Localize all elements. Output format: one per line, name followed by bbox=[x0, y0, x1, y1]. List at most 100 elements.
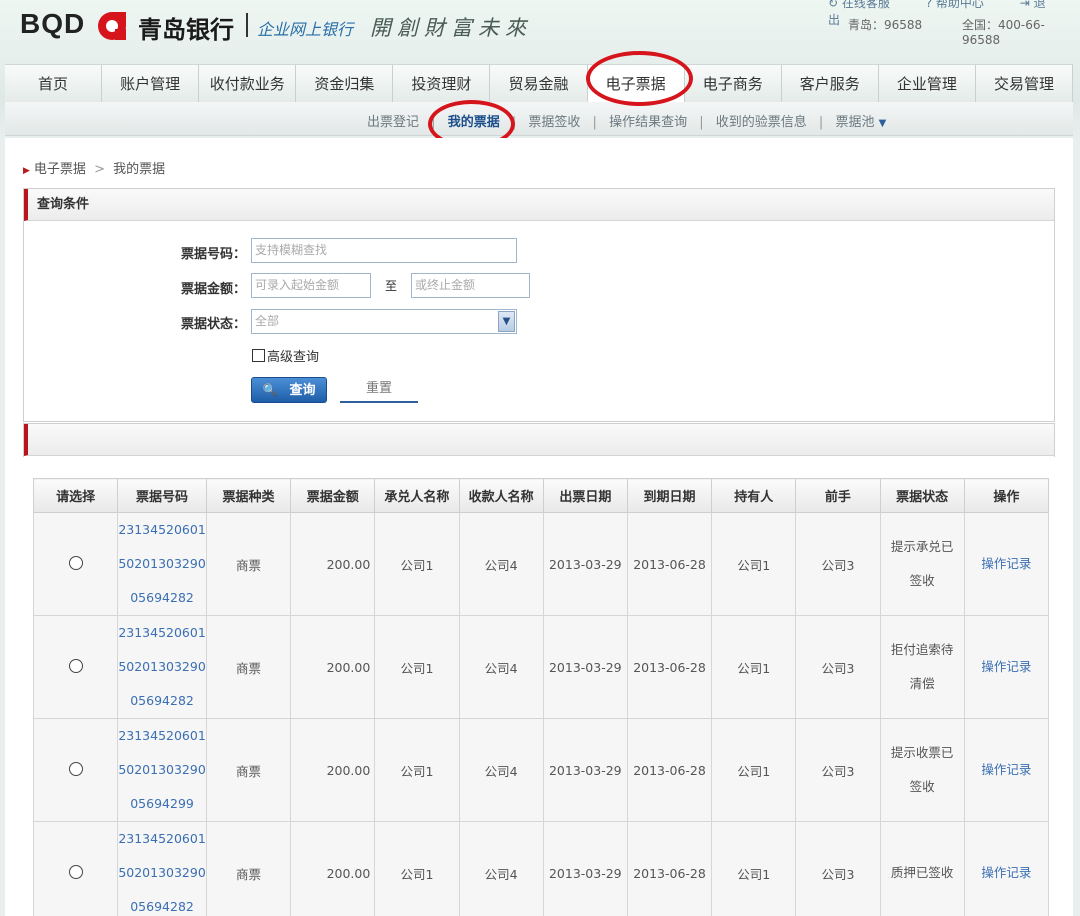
status-text: 质押已签收 bbox=[890, 865, 954, 880]
nav-enterprise[interactable]: 企业管理 bbox=[878, 64, 976, 102]
acceptor-cell: 公司1 bbox=[374, 821, 460, 916]
row-radio[interactable] bbox=[68, 555, 83, 570]
slogan: 開創財富未來 bbox=[370, 16, 532, 40]
bill-no-part: 23134520601 bbox=[118, 831, 206, 846]
query-panel: 查询条件 票据号码： 支持模糊查找 票据金额： 可录入起始金额 至 或终止金额 … bbox=[23, 188, 1055, 422]
help-center-label: 帮助中心 bbox=[935, 0, 984, 10]
action-cell: 操作记录 bbox=[963, 615, 1050, 719]
amount-cell: 200.00 bbox=[290, 821, 376, 916]
query-button[interactable]: 🔍 查询 bbox=[251, 377, 327, 403]
acceptor-cell: 公司1 bbox=[374, 615, 460, 719]
col-prior: 前手 bbox=[795, 478, 881, 513]
type-cell: 商票 bbox=[205, 512, 292, 616]
amount-to-input[interactable]: 或终止金额 bbox=[411, 273, 530, 298]
help-center-link[interactable]: ? 帮助中心 bbox=[926, 0, 1000, 10]
action-cell: 操作记录 bbox=[963, 512, 1050, 616]
bill-no-label: 票据号码： bbox=[181, 247, 247, 262]
highlight-circle-nav bbox=[586, 51, 693, 106]
subnav-bill-pool[interactable]: 票据池 ▼ bbox=[835, 115, 886, 130]
col-amount: 票据金额 bbox=[290, 478, 376, 513]
prior-cell: 公司3 bbox=[795, 512, 881, 616]
col-bill-no: 票据号码 bbox=[117, 478, 207, 513]
nav-cash-pooling[interactable]: 资金归集 bbox=[296, 64, 394, 102]
status-select[interactable]: 全部 ▼ bbox=[251, 309, 517, 334]
status-label: 票据状态： bbox=[181, 317, 247, 332]
bills-table: 请选择 票据号码 票据种类 票据金额 承兑人名称 收款人名称 出票日期 到期日期… bbox=[32, 478, 1050, 916]
nav-payments[interactable]: 收付款业务 bbox=[199, 64, 297, 102]
search-icon: 🔍 bbox=[262, 383, 278, 397]
subnav-separator: | bbox=[592, 115, 597, 130]
type-cell: 商票 bbox=[205, 821, 292, 916]
amount-from-input[interactable]: 可录入起始金额 bbox=[251, 273, 371, 298]
bill-no-link[interactable]: 23134520601 50201303290 05694282 bbox=[118, 513, 206, 615]
chevron-down-icon[interactable]: ▼ bbox=[498, 311, 515, 332]
bill-no-link[interactable]: 23134520601 50201303290 05694299 bbox=[118, 719, 206, 821]
header-divider bbox=[246, 13, 248, 37]
row-radio[interactable] bbox=[68, 761, 83, 776]
nav-trade-finance[interactable]: 贸易金融 bbox=[490, 64, 588, 102]
nav-customer-service[interactable]: 客户服务 bbox=[781, 64, 879, 102]
amount-cell: 200.00 bbox=[290, 615, 376, 719]
hotline-qingdao: 青岛：96588 bbox=[848, 18, 923, 32]
select-cell bbox=[32, 512, 119, 616]
due-date-cell: 2013-06-28 bbox=[626, 615, 713, 719]
table-row: 23134520601 50201303290 05694282 商票 200.00… bbox=[32, 512, 1050, 616]
advanced-query-checkbox[interactable] bbox=[252, 349, 265, 362]
subnav-separator: | bbox=[699, 115, 704, 130]
status-text: 提示收票已 bbox=[890, 745, 954, 760]
type-cell: 商票 bbox=[205, 718, 292, 822]
reset-button[interactable]: 重置 bbox=[340, 377, 418, 403]
amount-cell: 200.00 bbox=[290, 512, 376, 616]
status-cell: 提示承兑已 签收 bbox=[879, 512, 965, 616]
breadcrumb-e-bill[interactable]: 电子票据 bbox=[34, 162, 86, 177]
subnav-result-query[interactable]: 操作结果查询 bbox=[609, 115, 687, 130]
due-date-cell: 2013-06-28 bbox=[626, 821, 713, 916]
operation-record-link[interactable]: 操作记录 bbox=[981, 659, 1031, 674]
operation-record-link[interactable]: 操作记录 bbox=[981, 556, 1031, 571]
bill-no-part: 05694299 bbox=[130, 796, 194, 811]
subnav-issue[interactable]: 出票登记 bbox=[367, 115, 419, 130]
nav-investment[interactable]: 投资理财 bbox=[393, 64, 491, 102]
nav-transactions[interactable]: 交易管理 bbox=[975, 64, 1074, 102]
header: BQD 青岛银行 企业网上银行 開創財富未來 ↻ 在线客服 ? 帮助中心 ⇥ 退… bbox=[0, 0, 1080, 62]
bank-logo-icon bbox=[98, 12, 126, 40]
bill-no-part: 50201303290 bbox=[118, 659, 206, 674]
subnav-separator: | bbox=[818, 115, 824, 130]
holder-cell: 公司1 bbox=[711, 821, 797, 916]
bill-no-link[interactable]: 23134520601 50201303290 05694282 bbox=[118, 616, 206, 718]
online-service-link[interactable]: ↻ 在线客服 bbox=[828, 0, 906, 10]
payee-cell: 公司4 bbox=[458, 718, 544, 822]
prior-cell: 公司3 bbox=[795, 718, 881, 822]
amount-to-label: 至 bbox=[385, 279, 398, 293]
bill-no-cell: 23134520601 50201303290 05694282 bbox=[117, 615, 207, 719]
holder-cell: 公司1 bbox=[711, 512, 797, 616]
subnav-verify-info[interactable]: 收到的验票信息 bbox=[716, 115, 807, 130]
bill-no-part: 50201303290 bbox=[118, 865, 206, 880]
nav-home[interactable]: 首页 bbox=[5, 64, 103, 102]
bill-no-part: 23134520601 bbox=[118, 522, 206, 537]
issue-date-cell: 2013-03-29 bbox=[542, 512, 628, 616]
acceptor-cell: 公司1 bbox=[374, 718, 460, 822]
nav-account[interactable]: 账户管理 bbox=[102, 64, 200, 102]
select-cell bbox=[32, 718, 119, 822]
online-service-label: 在线客服 bbox=[841, 0, 890, 10]
bill-no-link[interactable]: 23134520601 50201303290 05694282 bbox=[118, 822, 206, 916]
subnav-sign[interactable]: 票据签收 bbox=[528, 115, 580, 130]
hotline-national: 全国：400-66-96588 bbox=[962, 18, 1045, 47]
operation-record-link[interactable]: 操作记录 bbox=[981, 865, 1031, 880]
operation-record-link[interactable]: 操作记录 bbox=[981, 762, 1031, 777]
status-text: 签收 bbox=[909, 779, 935, 794]
status-text: 提示承兑已 bbox=[890, 539, 954, 554]
bill-no-cell: 23134520601 50201303290 05694282 bbox=[117, 512, 207, 616]
row-radio[interactable] bbox=[68, 658, 83, 673]
holder-cell: 公司1 bbox=[711, 615, 797, 719]
nav-e-commerce[interactable]: 电子商务 bbox=[684, 64, 782, 102]
row-radio[interactable] bbox=[68, 864, 83, 879]
amount-cell: 200.00 bbox=[290, 718, 376, 822]
col-issue-date: 出票日期 bbox=[542, 478, 628, 513]
due-date-cell: 2013-06-28 bbox=[626, 718, 713, 822]
bill-no-input[interactable]: 支持模糊查找 bbox=[251, 238, 517, 263]
col-action: 操作 bbox=[963, 478, 1050, 513]
sub-nav: 出票登记 | 我的票据 | 票据签收 | 操作结果查询 | 收到的验票信息 | … bbox=[5, 102, 1073, 136]
bill-no-part: 05694282 bbox=[130, 899, 194, 914]
